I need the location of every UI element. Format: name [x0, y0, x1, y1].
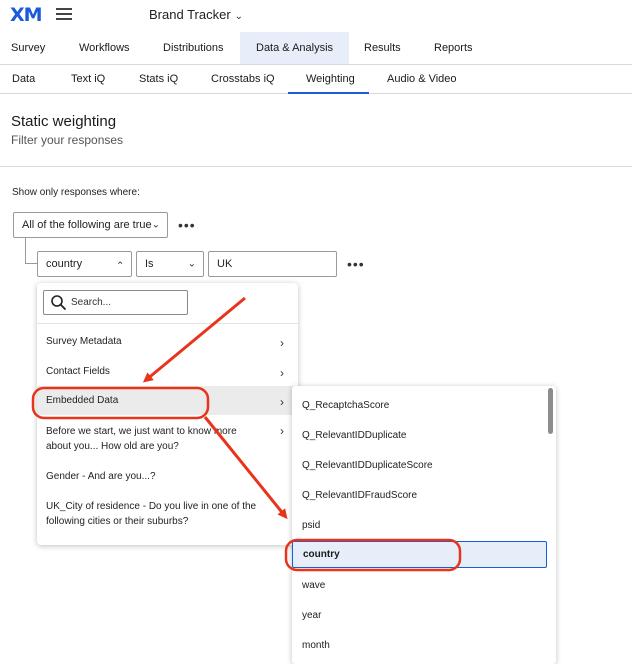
subtab-weighting[interactable]: Weighting [306, 73, 355, 85]
connector-line [25, 263, 37, 264]
menu-item-label: Embedded Data [46, 395, 119, 406]
chevron-down-icon: ⌄ [151, 219, 160, 231]
chevron-right-icon: › [280, 424, 284, 438]
submenu-item[interactable]: Q_RelevantIDFraudScore [302, 490, 417, 501]
menu-item-label: Survey Metadata [46, 336, 122, 347]
logic-more-button[interactable]: ••• [178, 217, 196, 233]
operator-select-value: Is [145, 258, 154, 270]
logic-select[interactable]: All of the following are true ⌄ [13, 212, 168, 238]
tab-workflows[interactable]: Workflows [79, 42, 130, 54]
search-box[interactable] [43, 290, 188, 315]
chevron-up-icon: ⌄ [115, 258, 124, 270]
submenu-item[interactable]: wave [302, 580, 325, 591]
top-bar: XM Brand Tracker ⌄ [0, 0, 632, 30]
page-subtitle: Filter your responses [11, 133, 124, 147]
value-input-text: UK [217, 258, 233, 270]
subtab-text-iq[interactable]: Text iQ [71, 73, 105, 85]
menu-item-age-question[interactable]: Before we start, we just want to know mo… [37, 424, 298, 454]
tab-data-analysis[interactable]: Data & Analysis [240, 32, 349, 64]
search-icon [51, 294, 66, 310]
main-nav: Survey Workflows Distributions Data & An… [0, 32, 632, 65]
chevron-down-icon: ⌄ [234, 11, 244, 22]
divider [37, 323, 298, 324]
chevron-down-icon: ⌄ [187, 258, 196, 270]
field-select[interactable]: country ⌄ [37, 251, 132, 277]
tab-results[interactable]: Results [364, 42, 401, 54]
submenu-item[interactable]: year [302, 610, 321, 621]
subtab-audio-video[interactable]: Audio & Video [387, 73, 457, 85]
subtab-data[interactable]: Data [12, 73, 35, 85]
submenu-item[interactable]: month [302, 640, 330, 651]
embedded-data-submenu: Q_RecaptchaScore Q_RelevantIDDuplicate Q… [292, 386, 556, 664]
hamburger-icon[interactable] [56, 8, 72, 20]
chevron-right-icon: › [280, 366, 284, 380]
menu-item-label: Gender - And are you...? [46, 471, 156, 482]
menu-item-label: Before we start, we just want to know mo… [46, 426, 237, 452]
filter-label: Show only responses where: [12, 187, 140, 198]
submenu-item[interactable]: Q_RelevantIDDuplicateScore [302, 460, 433, 471]
connector-line [25, 237, 26, 264]
chevron-right-icon: › [280, 395, 284, 409]
menu-item-label: Contact Fields [46, 366, 110, 377]
active-tab-indicator [288, 92, 369, 94]
tab-survey[interactable]: Survey [11, 42, 45, 54]
chevron-right-icon: › [280, 336, 284, 350]
submenu-item-selected[interactable]: country [292, 541, 547, 568]
menu-item-contact-fields[interactable]: Contact Fields › [37, 364, 298, 380]
submenu-item[interactable]: Q_RelevantIDDuplicate [302, 430, 407, 441]
tab-distributions[interactable]: Distributions [163, 42, 224, 54]
submenu-item[interactable]: Q_RecaptchaScore [302, 400, 389, 411]
field-select-value: country [46, 258, 83, 270]
sub-nav: Data Text iQ Stats iQ Crosstabs iQ Weigh… [0, 65, 632, 94]
menu-item-embedded-data[interactable]: Embedded Data › [37, 386, 298, 415]
tab-reports[interactable]: Reports [434, 42, 473, 54]
menu-item-city-question[interactable]: UK_City of residence - Do you live in on… [37, 499, 298, 529]
project-name: Brand Tracker [149, 7, 231, 22]
subtab-crosstabs-iq[interactable]: Crosstabs iQ [211, 73, 275, 85]
menu-item-label: UK_City of residence - Do you live in on… [46, 501, 257, 527]
divider [0, 166, 632, 167]
value-input[interactable]: UK [208, 251, 337, 277]
scrollbar[interactable] [548, 388, 553, 434]
page-title: Static weighting [11, 113, 117, 130]
search-input[interactable] [71, 297, 181, 308]
menu-item-gender-question[interactable]: Gender - And are you...? [37, 469, 298, 484]
field-dropdown: Survey Metadata › Contact Fields › Embed… [37, 283, 298, 545]
xm-logo[interactable]: XM [10, 4, 43, 26]
logic-select-value: All of the following are true [22, 219, 152, 231]
condition-more-button[interactable]: ••• [347, 256, 365, 272]
subtab-stats-iq[interactable]: Stats iQ [139, 73, 178, 85]
menu-item-survey-metadata[interactable]: Survey Metadata › [37, 334, 298, 350]
operator-select[interactable]: Is ⌄ [136, 251, 204, 277]
project-selector[interactable]: Brand Tracker ⌄ [149, 7, 243, 22]
submenu-item[interactable]: psid [302, 520, 320, 531]
